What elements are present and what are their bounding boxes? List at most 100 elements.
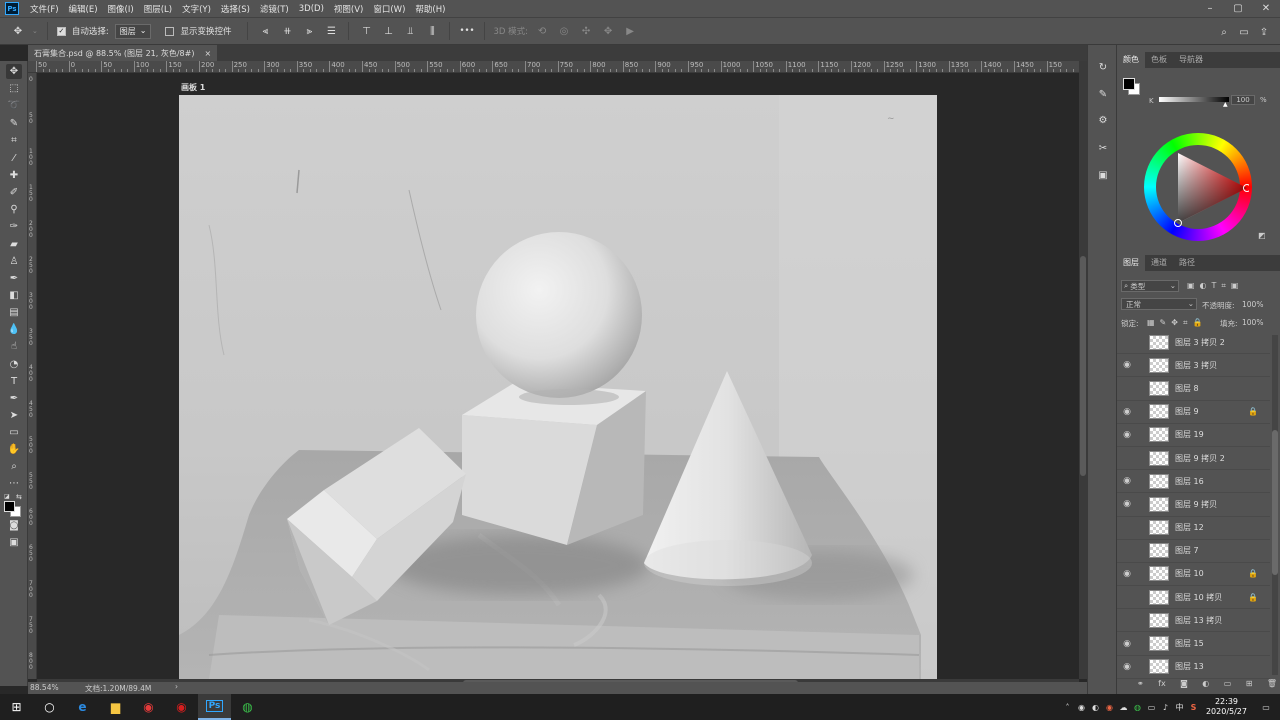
document-tab[interactable]: 石膏集合.psd @ 88.5% (图层 21, 灰色/8#) × [28, 45, 218, 61]
tab-color[interactable]: 颜色 [1117, 52, 1145, 68]
eye-icon[interactable]: ◉ [1117, 430, 1137, 440]
new-layer-icon[interactable]: ⊞ [1246, 679, 1253, 692]
layer-mask-icon[interactable]: ◙ [1180, 679, 1188, 692]
chevron-down-icon[interactable]: ⌄ [32, 27, 38, 35]
eye-icon[interactable]: ◉ [1117, 499, 1137, 509]
properties-icon[interactable]: ▣ [1096, 168, 1110, 182]
cortana-search-icon[interactable]: ○ [33, 694, 66, 720]
screen-mode-icon[interactable]: ▣ [6, 535, 22, 550]
blend-mode-dropdown[interactable]: 正常 ⌄ [1121, 298, 1197, 310]
auto-select-checkbox[interactable]: ✓ [56, 26, 66, 36]
move-tool-preset-icon[interactable]: ✥ [10, 24, 26, 38]
layer-name[interactable]: 图层 9 拷贝 [1175, 499, 1217, 510]
close-button[interactable]: ✕ [1252, 0, 1280, 17]
layer-thumbnail[interactable] [1149, 473, 1169, 489]
menu-image[interactable]: 图像(I) [103, 3, 139, 15]
layer-thumbnail[interactable] [1149, 427, 1169, 443]
align-vcenter-icon[interactable]: ⊥ [380, 24, 396, 38]
layer-name[interactable]: 图层 8 [1175, 383, 1199, 394]
quick-mask-icon[interactable]: ◙ [6, 518, 22, 533]
eye-icon[interactable]: ◉ [1117, 360, 1137, 370]
layer-row[interactable]: 图层 10 拷贝 🔒 [1117, 586, 1270, 610]
adjustment-layer-icon[interactable]: ◐ [1202, 679, 1209, 692]
layer-row[interactable]: ◉ 图层 15 [1117, 632, 1270, 656]
tab-layers[interactable]: 图层 [1117, 255, 1145, 271]
taskbar-clock[interactable]: 22:39 2020/5/27 [1206, 697, 1247, 717]
tray-netease-icon[interactable]: ◉ [1104, 702, 1115, 713]
tray-wechat-icon[interactable]: ◍ [1132, 702, 1143, 713]
zoom-level[interactable]: 88.54% [30, 683, 59, 692]
distribute-icon[interactable]: ☰ [323, 24, 339, 38]
hand-tool-icon[interactable]: ✋ [6, 442, 22, 457]
clone-stamp-tool-icon[interactable]: ⚲ [6, 202, 22, 217]
eraser-tool-icon[interactable]: ▰ [6, 237, 22, 252]
tab-channels[interactable]: 通道 [1145, 255, 1173, 271]
brush-tool-icon[interactable]: ✐ [6, 185, 22, 200]
tab-paths[interactable]: 路径 [1173, 255, 1201, 271]
opacity-value[interactable]: 100% [1242, 300, 1263, 309]
menu-window[interactable]: 窗口(W) [368, 3, 410, 15]
k-slider-handle[interactable]: ▲ [1223, 101, 1228, 108]
smudge-tool-icon[interactable]: ☝ [6, 339, 22, 354]
layer-name[interactable]: 图层 16 [1175, 476, 1204, 487]
menu-layer[interactable]: 图层(L) [139, 3, 177, 15]
menu-3d[interactable]: 3D(D) [294, 4, 329, 14]
eye-icon[interactable]: ◉ [1117, 569, 1137, 579]
layer-thumbnail[interactable] [1149, 636, 1169, 652]
layer-name[interactable]: 图层 10 [1175, 568, 1204, 579]
fill-value[interactable]: 100% [1242, 318, 1263, 327]
eye-icon[interactable]: ◉ [1117, 662, 1137, 672]
color-foreground-swatch[interactable] [1123, 78, 1135, 90]
scrollbar-thumb[interactable] [1272, 430, 1278, 575]
color-swatches[interactable]: ◪ ⇆ [4, 493, 24, 517]
close-tab-icon[interactable]: × [204, 49, 211, 58]
distribute-vertical-icon[interactable]: ⫼ [424, 24, 440, 38]
stamp-tool-icon[interactable]: ♙ [6, 254, 22, 269]
align-left-icon[interactable]: ⫷ [257, 24, 273, 38]
eye-icon[interactable]: ◉ [1117, 639, 1137, 649]
show-transform-checkbox[interactable] [165, 26, 175, 36]
link-layers-icon[interactable]: ⚭ [1137, 679, 1144, 692]
layer-row[interactable]: ◉ 图层 10 🔒 [1117, 563, 1270, 587]
tab-swatches[interactable]: 色板 [1145, 52, 1173, 68]
layer-name[interactable]: 图层 3 拷贝 [1175, 360, 1217, 371]
layer-row[interactable]: 图层 8 [1117, 377, 1270, 401]
layers-scrollbar[interactable] [1272, 335, 1278, 675]
marquee-tool-icon[interactable]: ⬚ [6, 81, 22, 96]
zoom-tool-icon[interactable]: ⌕ [6, 459, 22, 474]
layer-filter-dropdown[interactable]: ⌕ 类型 ⌄ [1121, 280, 1179, 292]
netease-cloud-icon[interactable]: ◉ [165, 694, 198, 720]
layer-thumbnail[interactable] [1149, 612, 1169, 628]
eyedropper-tool-icon[interactable]: ⁄ [6, 151, 22, 166]
layer-name[interactable]: 图层 13 拷贝 [1175, 615, 1222, 626]
scrollbar-thumb[interactable] [1080, 256, 1086, 476]
lock-icons[interactable]: ▦✎✥⌗🔒 [1147, 318, 1207, 328]
layer-filter-icons[interactable]: ▣◐T⌗▣ [1187, 281, 1244, 291]
layer-name[interactable]: 图层 10 拷贝 [1175, 592, 1222, 603]
k-slider-track[interactable] [1159, 97, 1229, 102]
layer-row[interactable]: 图层 3 拷贝 2 [1117, 331, 1270, 355]
layer-thumbnail[interactable] [1149, 357, 1169, 373]
layer-row[interactable]: 图层 13 拷贝 [1117, 609, 1270, 633]
browser-icon[interactable]: e [66, 694, 99, 720]
layer-row[interactable]: 图层 9 拷贝 2 [1117, 447, 1270, 471]
auto-select-target-dropdown[interactable]: 图层 ⌄ [114, 23, 152, 39]
maximize-button[interactable]: ▢ [1224, 0, 1252, 17]
eye-icon[interactable]: ◉ [1117, 407, 1137, 417]
brush-settings-icon[interactable]: ✎ [1096, 87, 1110, 101]
layer-name[interactable]: 图层 19 [1175, 429, 1204, 440]
layer-name[interactable]: 图层 3 拷贝 2 [1175, 337, 1225, 348]
menu-filter[interactable]: 滤镜(T) [255, 3, 294, 15]
layer-thumbnail[interactable] [1149, 566, 1169, 582]
layer-name[interactable]: 图层 15 [1175, 638, 1204, 649]
file-explorer-icon[interactable]: ▆ [99, 694, 132, 720]
lasso-tool-icon[interactable]: ➰ [6, 98, 22, 113]
layer-row[interactable]: ◉ 图层 13 [1117, 656, 1270, 679]
tools-preset-icon[interactable]: ✂ [1096, 141, 1110, 155]
new-group-icon[interactable]: ▭ [1224, 679, 1232, 692]
swap-colors-icon[interactable]: ⇆ [16, 493, 22, 501]
workspace-icon[interactable]: ▭ [1236, 25, 1252, 39]
adjustments-icon[interactable]: ⚙ [1096, 113, 1110, 127]
dodge-tool-icon[interactable]: ◔ [6, 357, 22, 372]
netease-music-icon[interactable]: ◉ [132, 694, 165, 720]
